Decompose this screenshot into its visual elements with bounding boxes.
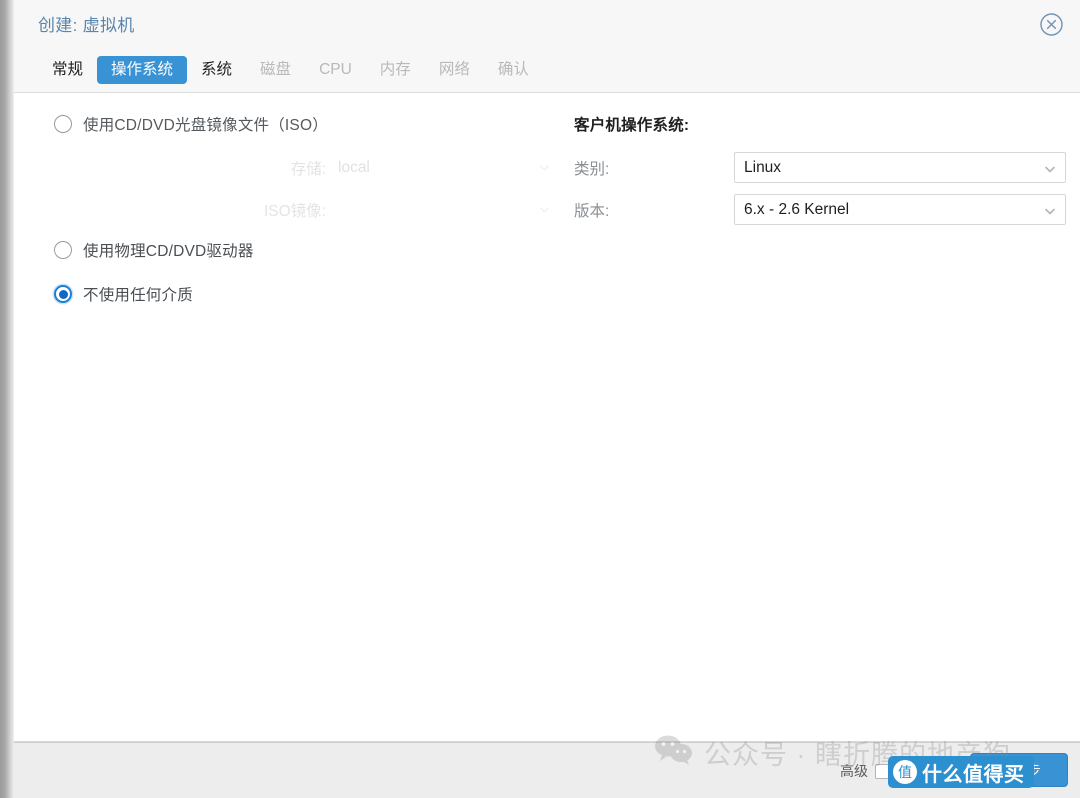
iso-image-label: ISO镜像: (263, 203, 326, 220)
iso-storage-label: 存储: (290, 161, 326, 178)
guest-os-type-row: 类别: Linux (574, 152, 1066, 183)
guest-os-version-label: 版本: (574, 202, 610, 220)
guest-os-type-label: 类别: (574, 160, 610, 178)
iso-storage-select: local (338, 155, 554, 181)
radio-unchecked-icon (54, 241, 72, 259)
iso-storage-field: 存储: local (54, 155, 554, 181)
guest-os-version-select[interactable]: 6.x - 2.6 Kernel (734, 194, 1066, 225)
radio-label: 使用CD/DVD光盘镜像文件（ISO） (83, 117, 328, 134)
advanced-toggle[interactable]: 高级 (840, 761, 890, 781)
tab-network: 网络 (438, 61, 470, 79)
chevron-down-icon[interactable] (1044, 163, 1056, 175)
iso-storage-value: local (338, 159, 370, 176)
tab-bar: 常规 操作系统 系统 磁盘 CPU 内存 网络 确认 (14, 48, 1080, 93)
chevron-down-icon (539, 204, 550, 215)
dialog-footer: 高级 下一步 (14, 742, 1080, 798)
screen: 创建: 虚拟机 常规 操作系统 系统 磁盘 CPU 内存 网络 确认 使用CD/… (0, 0, 1080, 798)
guest-os-version-row: 版本: 6.x - 2.6 Kernel (574, 194, 1066, 225)
tab-general[interactable]: 常规 (38, 56, 97, 84)
tab-confirm: 确认 (497, 61, 529, 79)
guest-os-type-value: Linux (744, 158, 782, 176)
tab-system[interactable]: 系统 (187, 56, 246, 84)
advanced-label: 高级 (840, 763, 868, 779)
dialog-header: 创建: 虚拟机 (14, 0, 1080, 48)
guest-os-type-select[interactable]: Linux (734, 152, 1066, 183)
tab-os[interactable]: 操作系统 (97, 56, 188, 84)
next-button[interactable]: 下一步 (970, 753, 1068, 787)
tab-cpu: CPU (319, 61, 352, 79)
guest-os-version-value: 6.x - 2.6 Kernel (744, 200, 850, 218)
radio-use-physical-drive[interactable]: 使用物理CD/DVD驱动器 (54, 239, 254, 261)
chevron-down-icon (539, 162, 550, 173)
radio-checked-icon (54, 285, 72, 303)
tab-disks: 磁盘 (260, 61, 292, 79)
advanced-checkbox[interactable] (875, 763, 890, 779)
chevron-down-icon[interactable] (1044, 205, 1056, 217)
radio-label: 不使用任何介质 (83, 287, 193, 304)
radio-label: 使用物理CD/DVD驱动器 (83, 243, 254, 260)
dialog-body: 使用CD/DVD光盘镜像文件（ISO） 存储: local ISO镜像: 使用物… (14, 93, 1080, 742)
guest-os-heading: 客户机操作系统: (574, 117, 690, 134)
iso-image-select (338, 197, 554, 223)
browser-left-edge (0, 0, 14, 798)
create-vm-dialog: 创建: 虚拟机 常规 操作系统 系统 磁盘 CPU 内存 网络 确认 使用CD/… (14, 0, 1080, 798)
iso-image-field: ISO镜像: (54, 197, 554, 223)
dialog-title: 创建: 虚拟机 (38, 16, 135, 35)
radio-use-iso-image[interactable]: 使用CD/DVD光盘镜像文件（ISO） (54, 113, 328, 135)
radio-no-media[interactable]: 不使用任何介质 (54, 283, 193, 305)
close-circle-icon[interactable] (1039, 12, 1064, 37)
tab-memory: 内存 (379, 61, 411, 79)
radio-unchecked-icon (54, 115, 72, 133)
